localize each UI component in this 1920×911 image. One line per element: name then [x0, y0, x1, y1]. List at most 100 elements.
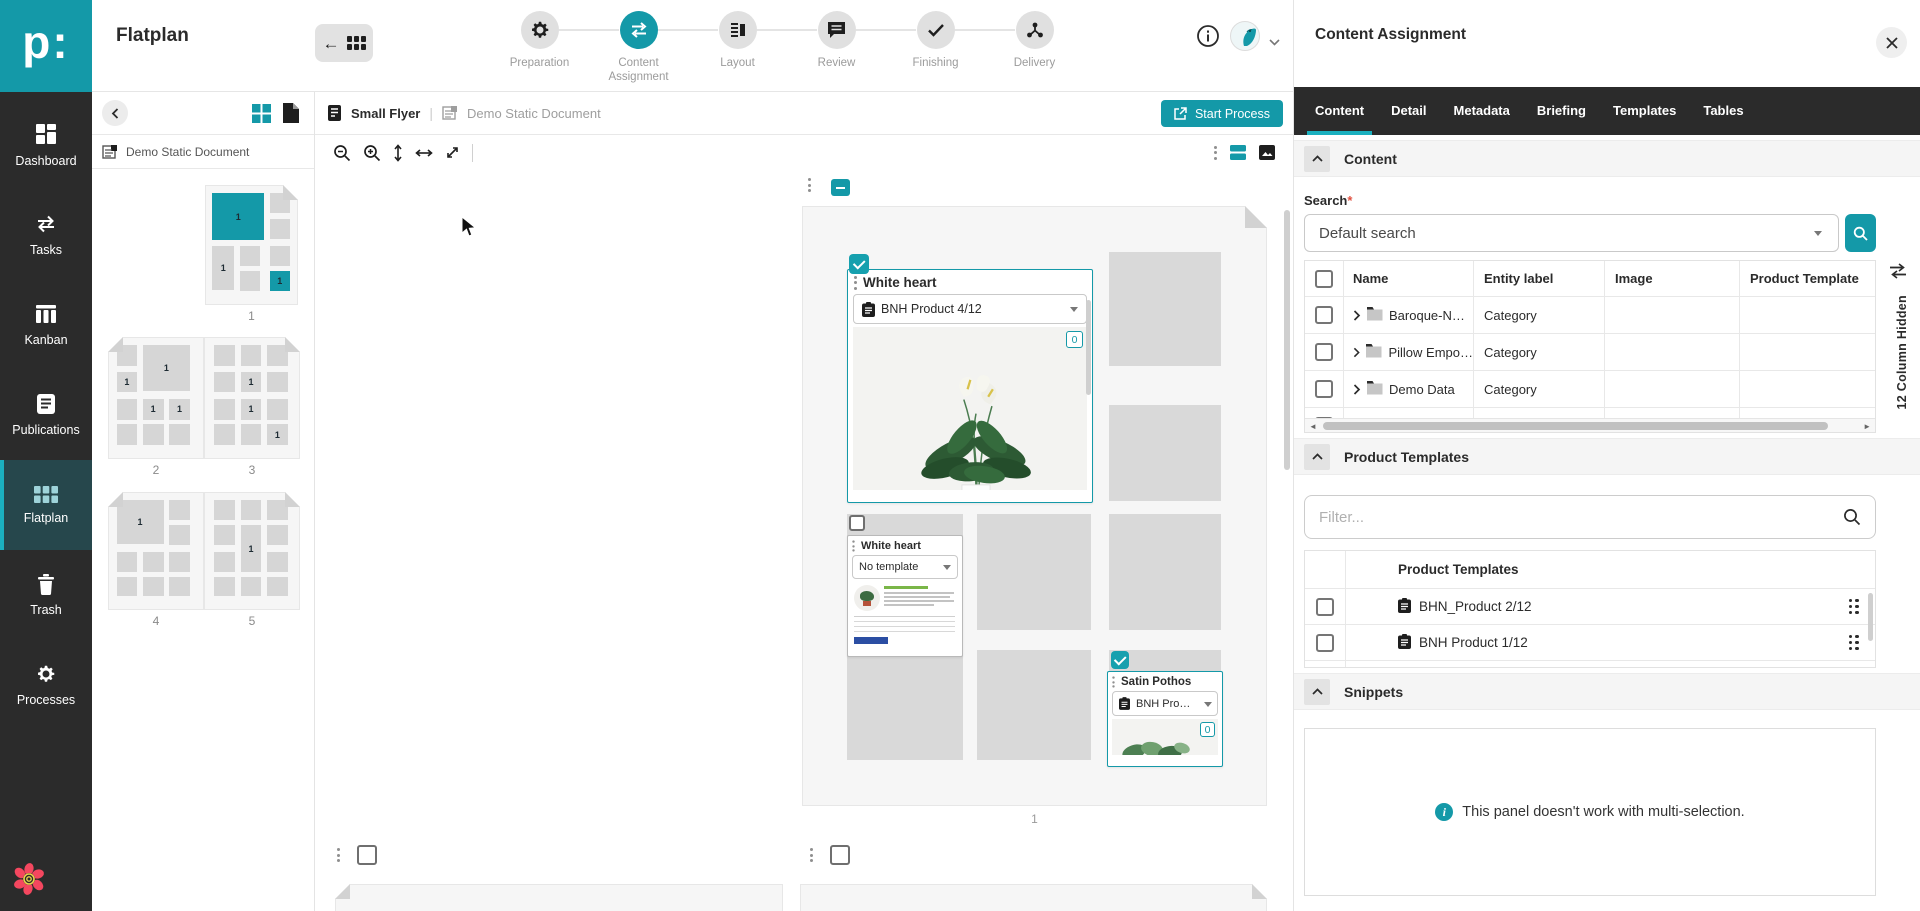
row-checkbox[interactable]: [1315, 380, 1333, 398]
page-thumbnail-3[interactable]: 111: [204, 337, 300, 459]
app-logo[interactable]: p:: [0, 0, 92, 92]
row-checkbox[interactable]: [1315, 343, 1333, 361]
image-view-icon[interactable]: [1259, 145, 1275, 160]
grid-view-icon[interactable]: [252, 104, 271, 128]
close-panel-button[interactable]: [1876, 27, 1907, 58]
spread-kebab-icon[interactable]: [810, 848, 813, 862]
expand-chevron-icon[interactable]: [1353, 347, 1360, 358]
scroll-right-icon[interactable]: ►: [1863, 422, 1871, 431]
thumb-block: [142, 424, 164, 445]
spread-kebab-icon[interactable]: [337, 848, 340, 862]
step-delivery[interactable]: Delivery: [955, 11, 1084, 85]
product-card-satin-pothos[interactable]: Satin Pothos BNH Pro… 0: [1107, 671, 1223, 767]
scroll-left-icon[interactable]: ◄: [1309, 422, 1317, 431]
canvas-options-kebab-icon[interactable]: [1214, 145, 1217, 160]
search-button[interactable]: [1845, 214, 1876, 252]
sidebar-item-tasks[interactable]: Tasks: [0, 190, 92, 280]
tab-detail[interactable]: Detail: [1391, 87, 1426, 135]
table-row[interactable]: Pillow Empo… Category: [1305, 334, 1875, 371]
step-review[interactable]: Review: [757, 11, 886, 85]
sync-arrows-icon: [34, 213, 58, 235]
fit-page-icon[interactable]: [445, 145, 460, 160]
table-row[interactable]: [1305, 408, 1875, 418]
page-thumbnail-4[interactable]: 1: [108, 492, 204, 610]
sidebar-item-publications[interactable]: Publications: [0, 370, 92, 460]
sidebar-item-dashboard[interactable]: Dashboard: [0, 100, 92, 190]
product-checkbox-unchecked[interactable]: [849, 515, 865, 531]
spread-collapse-button[interactable]: [831, 179, 850, 196]
zoom-in-icon[interactable]: [363, 144, 381, 162]
spread-checkbox[interactable]: [830, 845, 850, 865]
step-layout[interactable]: Layout: [658, 11, 787, 85]
sidebar-item-trash[interactable]: Trash: [0, 550, 92, 640]
spread-view-icon[interactable]: [1230, 145, 1246, 160]
tab-briefing[interactable]: Briefing: [1537, 87, 1586, 135]
step-finishing[interactable]: Finishing: [856, 11, 985, 85]
breadcrumb-primary[interactable]: Small Flyer: [351, 106, 420, 121]
table-row[interactable]: Baroque-N… Category: [1305, 297, 1875, 334]
column-settings-icon[interactable]: [1888, 263, 1908, 284]
step-content-assignment[interactable]: Content Assignment: [559, 11, 688, 85]
chevron-down-icon[interactable]: [1269, 33, 1280, 51]
fit-height-icon[interactable]: [393, 143, 403, 162]
snippets-message: This panel doesn't work with multi-selec…: [1462, 804, 1745, 820]
sidebar-item-flatplan[interactable]: Flatplan: [0, 460, 92, 550]
table-row[interactable]: Demo Data Category: [1305, 371, 1875, 408]
template-select[interactable]: No template: [852, 555, 958, 579]
sidebar-item-kanban[interactable]: Kanban: [0, 280, 92, 370]
tab-metadata[interactable]: Metadata: [1454, 87, 1510, 135]
row-checkbox[interactable]: [1316, 633, 1334, 652]
card-kebab-icon[interactable]: [854, 275, 857, 290]
canvas-scrollbar[interactable]: [1284, 210, 1290, 470]
info-icon[interactable]: [1196, 24, 1220, 53]
horizontal-scrollbar[interactable]: ◄ ►: [1305, 418, 1875, 432]
select-all-checkbox[interactable]: [1315, 269, 1333, 288]
card-kebab-icon[interactable]: [852, 540, 855, 552]
sidebar-item-processes[interactable]: Processes: [0, 640, 92, 730]
page-thumbnail-5[interactable]: 1: [204, 492, 300, 610]
table-row[interactable]: BNH Product 1/12: [1305, 625, 1875, 661]
row-checkbox[interactable]: [1315, 306, 1333, 324]
breadcrumb-secondary: Demo Static Document: [467, 105, 601, 121]
collapse-panel-button[interactable]: [102, 100, 128, 126]
expand-chevron-icon[interactable]: [1353, 383, 1361, 395]
template-select[interactable]: BNH Product 4/12: [853, 294, 1087, 324]
product-templates-table: Product Templates BHN_Product 2/12 BNH P…: [1304, 550, 1876, 668]
search-select[interactable]: Default search: [1304, 214, 1839, 252]
back-to-grid-button[interactable]: ←: [315, 24, 373, 62]
spread-checkbox[interactable]: [357, 845, 377, 865]
tab-content[interactable]: Content: [1306, 87, 1373, 135]
expand-chevron-icon[interactable]: [1353, 309, 1361, 321]
collapse-section-button[interactable]: [1304, 443, 1330, 470]
row-entity-label: [1473, 408, 1604, 418]
collapse-section-button[interactable]: [1304, 145, 1330, 172]
template-select[interactable]: BNH Pro…: [1112, 691, 1218, 716]
page-thumbnail-1[interactable]: 1 1 1: [205, 185, 298, 305]
scrollbar-thumb[interactable]: [1323, 422, 1828, 430]
zoom-out-icon[interactable]: [333, 144, 351, 162]
step-preparation[interactable]: Preparation: [490, 11, 589, 85]
drag-handle[interactable]: [1848, 598, 1860, 615]
row-checkbox[interactable]: [1316, 597, 1334, 616]
table-row[interactable]: BHN_Product 2/12: [1305, 589, 1875, 625]
product-card-white-heart[interactable]: White heart BNH Product 4/12 0: [847, 269, 1093, 503]
fit-width-icon[interactable]: [415, 148, 433, 158]
page-thumbnail-2[interactable]: 1111: [108, 337, 204, 459]
column-header: Image: [1604, 261, 1739, 296]
vertical-scrollbar-thumb[interactable]: [1868, 593, 1873, 641]
drag-handle[interactable]: [1848, 634, 1860, 651]
table-row[interactable]: [1305, 661, 1875, 667]
start-process-button[interactable]: Start Process: [1160, 100, 1283, 127]
document-view-icon[interactable]: [282, 103, 299, 128]
product-card-white-heart-2[interactable]: White heart No template: [847, 535, 963, 657]
product-checkbox-checked[interactable]: [849, 254, 869, 274]
spread-kebab-icon[interactable]: [808, 178, 811, 192]
user-avatar[interactable]: [1230, 21, 1260, 51]
collapse-section-button[interactable]: [1304, 678, 1330, 705]
card-scrollbar[interactable]: [1086, 300, 1091, 395]
tab-templates[interactable]: Templates: [1613, 87, 1676, 135]
filter-input[interactable]: [1319, 508, 1835, 526]
product-checkbox-checked[interactable]: [1111, 651, 1129, 669]
tab-tables[interactable]: Tables: [1703, 87, 1743, 135]
card-kebab-icon[interactable]: [1112, 676, 1115, 688]
